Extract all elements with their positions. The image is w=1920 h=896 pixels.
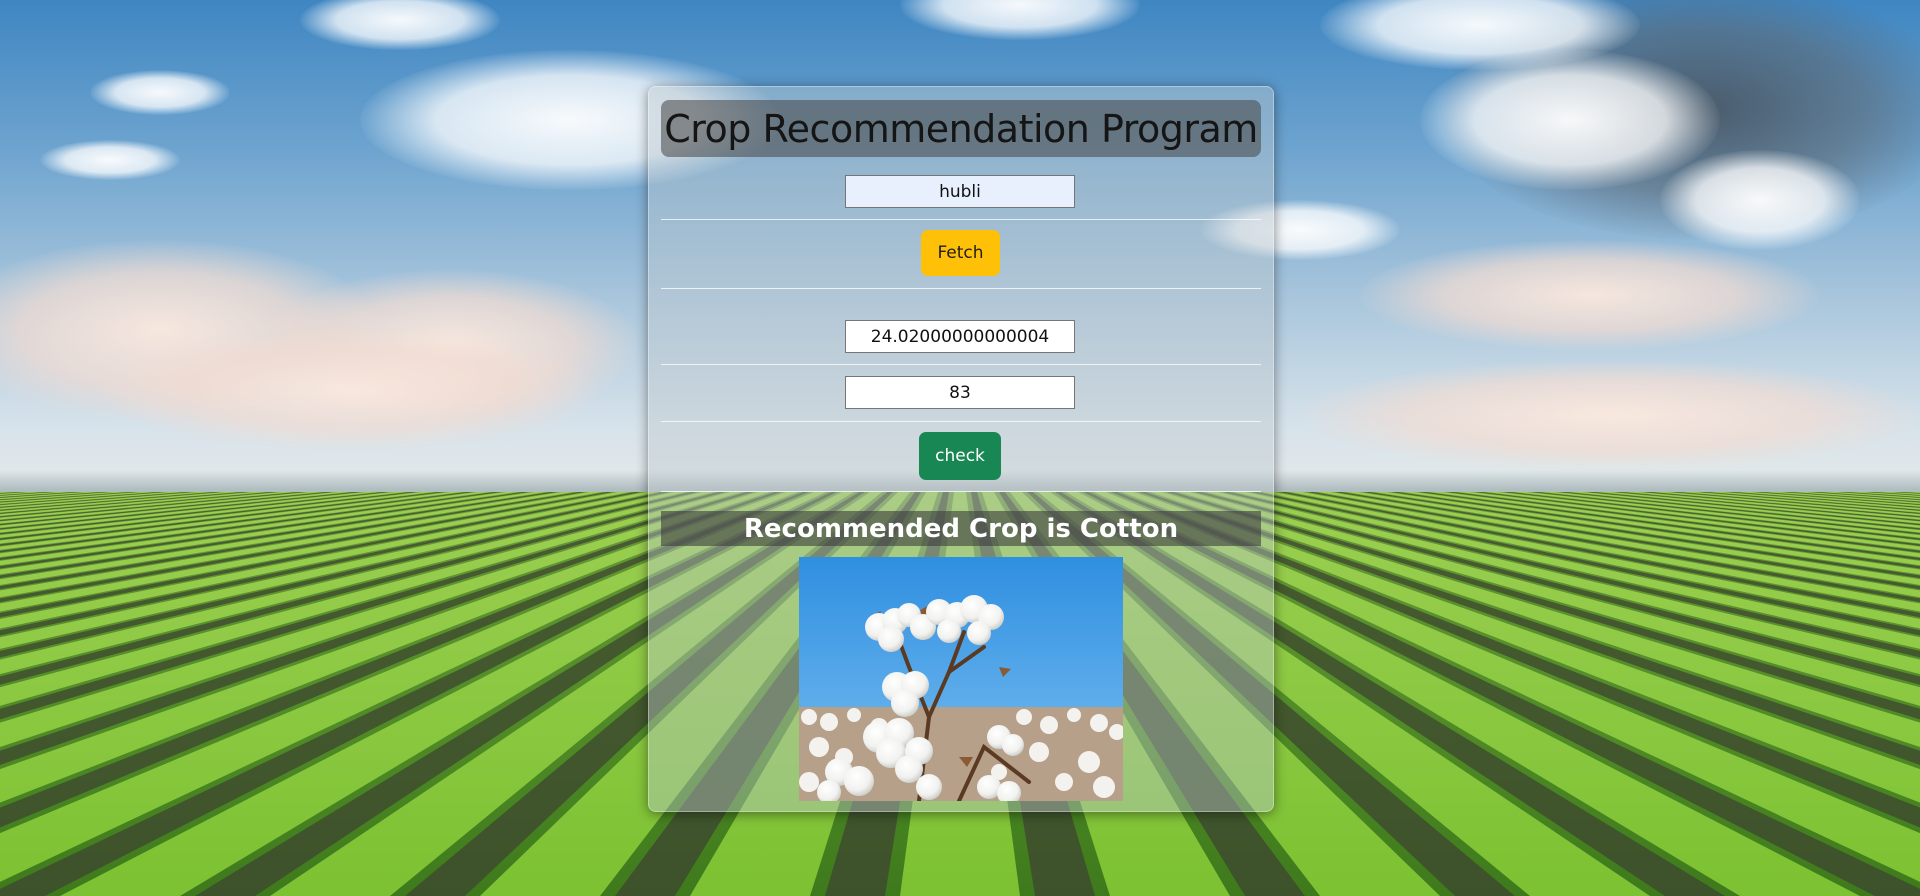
cloud — [1360, 240, 1820, 350]
cloud — [1300, 360, 1920, 470]
result-text: Recommended Crop is Cotton — [743, 513, 1179, 544]
cloud — [40, 140, 180, 180]
title-bar: Crop Recommendation Program — [661, 100, 1261, 157]
cloud — [1660, 150, 1860, 250]
recommendation-panel: Crop Recommendation Program Fetch check … — [648, 86, 1274, 812]
cloud — [100, 330, 600, 450]
location-input[interactable] — [845, 175, 1075, 208]
divider — [661, 364, 1261, 365]
divider — [661, 219, 1261, 220]
cloud — [1420, 50, 1720, 190]
page-title: Crop Recommendation Program — [664, 106, 1258, 151]
temperature-input[interactable] — [845, 320, 1075, 353]
divider — [661, 491, 1261, 492]
cloud — [90, 70, 230, 115]
fetch-button[interactable]: Fetch — [921, 230, 1000, 276]
result-bar: Recommended Crop is Cotton — [661, 511, 1261, 546]
divider — [661, 288, 1261, 289]
cotton-plant-image — [799, 557, 1123, 801]
check-button[interactable]: check — [919, 432, 1001, 480]
humidity-input[interactable] — [845, 376, 1075, 409]
divider — [661, 421, 1261, 422]
